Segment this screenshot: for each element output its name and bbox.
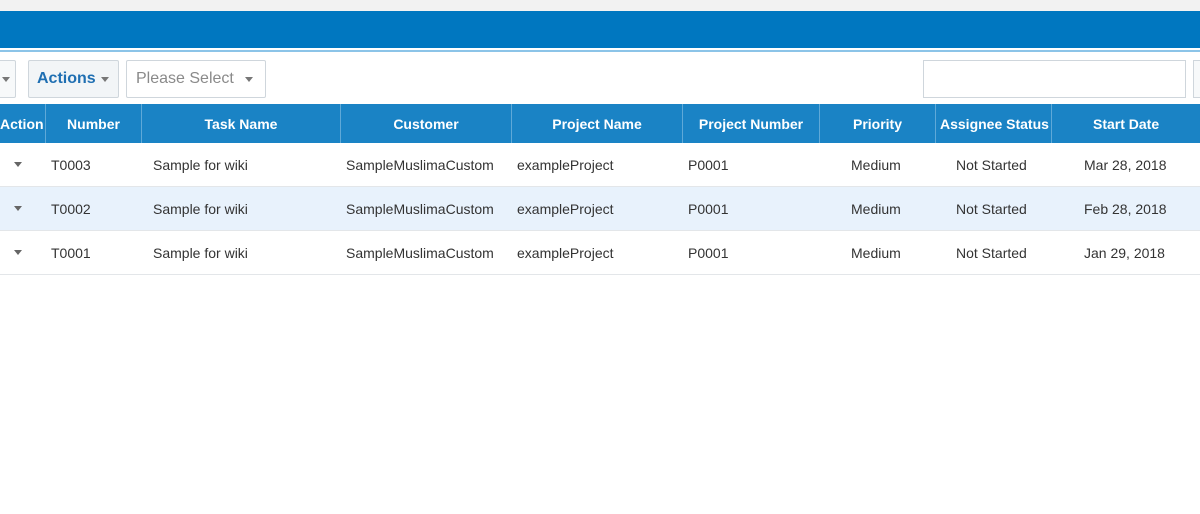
customer: SampleMuslimaCustom xyxy=(346,244,494,261)
table-header-row: Action Number Task Name Customer Project… xyxy=(0,104,1200,143)
task-name[interactable]: Sample for wiki xyxy=(142,143,341,186)
search-input[interactable] xyxy=(923,60,1186,98)
table-row[interactable]: T0001 Sample for wiki SampleMuslimaCusto… xyxy=(0,231,1200,275)
customer: SampleMuslimaCustom xyxy=(346,200,494,217)
task-table: Action Number Task Name Customer Project… xyxy=(0,104,1200,275)
task-number: T0003 xyxy=(51,156,91,173)
row-action-dropdown[interactable] xyxy=(0,187,46,230)
caret-down-icon xyxy=(14,162,22,167)
app-header-bar xyxy=(0,11,1200,48)
row-action-dropdown[interactable] xyxy=(0,143,46,186)
table-row[interactable]: T0003 Sample for wiki SampleMuslimaCusto… xyxy=(0,143,1200,187)
caret-down-icon xyxy=(245,77,253,82)
assignee-status: Not Started xyxy=(956,156,1027,173)
project-name: exampleProject xyxy=(517,156,614,173)
caret-down-icon xyxy=(100,76,109,82)
column-header-assignee-status[interactable]: Assignee Status xyxy=(936,104,1052,143)
column-header-task-name[interactable]: Task Name xyxy=(142,104,341,143)
start-date: Feb 28, 2018 xyxy=(1084,200,1167,217)
caret-down-icon xyxy=(2,76,10,82)
select-placeholder: Please Select xyxy=(136,70,234,87)
column-header-project-number[interactable]: Project Number xyxy=(683,104,820,143)
start-date: Mar 28, 2018 xyxy=(1084,156,1167,173)
priority: Medium xyxy=(851,200,901,217)
column-header-action[interactable]: Action xyxy=(0,104,46,143)
start-date: Jan 29, 2018 xyxy=(1084,244,1165,261)
project-number: P0001 xyxy=(688,156,729,173)
assignee-status: Not Started xyxy=(956,244,1027,261)
project-number: P0001 xyxy=(688,200,729,217)
actions-button[interactable]: Actions xyxy=(28,60,119,98)
priority: Medium xyxy=(851,156,901,173)
column-header-customer[interactable]: Customer xyxy=(341,104,512,143)
left-dropdown-button[interactable] xyxy=(0,60,16,98)
column-header-project-name[interactable]: Project Name xyxy=(512,104,683,143)
column-header-priority[interactable]: Priority xyxy=(820,104,936,143)
project-number: P0001 xyxy=(688,244,729,261)
task-name[interactable]: Sample for wiki xyxy=(142,187,341,230)
task-name[interactable]: Sample for wiki xyxy=(142,231,341,274)
project-name: exampleProject xyxy=(517,200,614,217)
browser-top-strip xyxy=(0,0,1200,11)
column-header-start-date[interactable]: Start Date xyxy=(1052,104,1200,143)
table-row[interactable]: T0002 Sample for wiki SampleMuslimaCusto… xyxy=(0,187,1200,231)
column-header-number[interactable]: Number xyxy=(46,104,142,143)
caret-down-icon xyxy=(14,206,22,211)
row-action-dropdown[interactable] xyxy=(0,231,46,274)
customer: SampleMuslimaCustom xyxy=(346,156,494,173)
caret-down-icon xyxy=(14,250,22,255)
search-button[interactable] xyxy=(1193,60,1200,98)
task-number: T0001 xyxy=(51,244,91,261)
priority: Medium xyxy=(851,244,901,261)
toolbar: Actions Please Select xyxy=(0,52,1200,104)
actions-label: Actions xyxy=(37,70,96,87)
task-number: T0002 xyxy=(51,200,91,217)
assignee-status: Not Started xyxy=(956,200,1027,217)
please-select-dropdown[interactable]: Please Select xyxy=(126,60,266,98)
project-name: exampleProject xyxy=(517,244,614,261)
